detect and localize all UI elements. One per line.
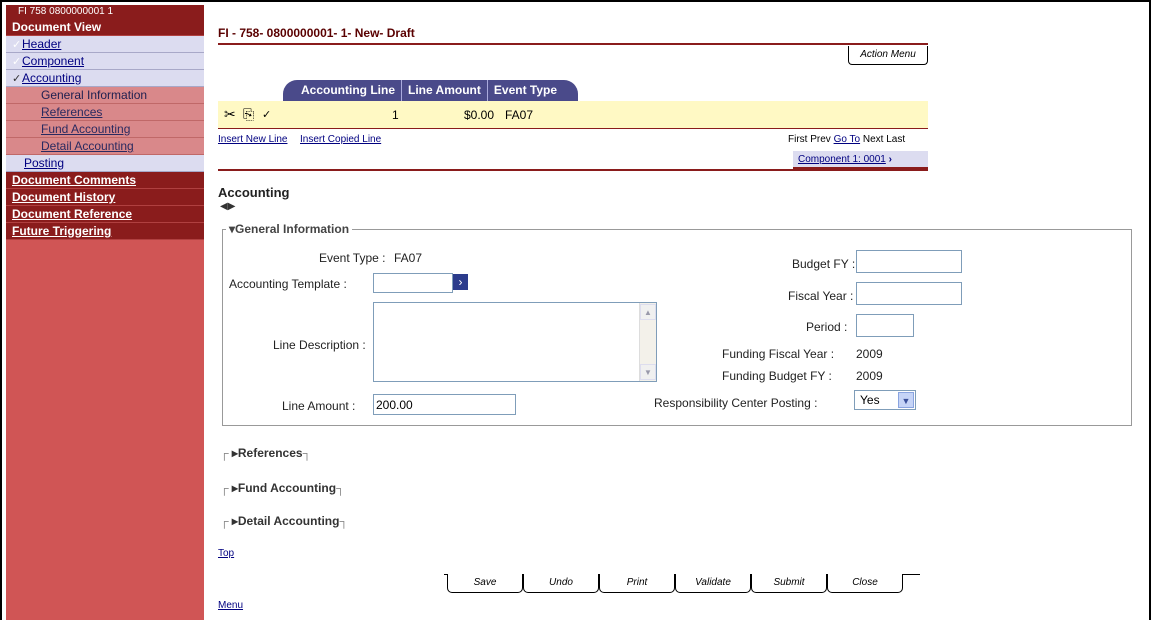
chevron-right-icon[interactable]: ›: [889, 154, 892, 165]
cell-event-type: FA07: [505, 108, 534, 122]
sidebar-subitem-general-information[interactable]: General Information: [6, 87, 204, 104]
general-information-legend[interactable]: ▾General Information: [226, 222, 353, 236]
main-content: FI - 758- 0800000001- 1- New- Draft Acti…: [218, 0, 1148, 620]
check-icon: ✓: [262, 109, 272, 121]
page-title: FI - 758- 0800000001- 1- New- Draft: [218, 26, 415, 40]
section-label: Detail Accounting: [237, 514, 340, 528]
nav-first: First: [788, 134, 808, 145]
fund-accounting-section-toggle[interactable]: ┌ ▸Fund Accounting┐: [220, 481, 345, 495]
funding-budget-fy-label: Funding Budget FY :: [722, 369, 832, 383]
event-type-value: FA07: [394, 251, 423, 265]
select-value: Yes: [860, 393, 880, 407]
check-icon: ✓: [12, 56, 22, 68]
funding-budget-fy-value: 2009: [856, 369, 883, 383]
print-button[interactable]: Print: [599, 574, 675, 593]
validate-button[interactable]: Validate: [675, 574, 751, 593]
button-bar: Save Undo Print Validate Submit Close: [447, 574, 903, 593]
check-icon: ✓: [12, 73, 22, 85]
cut-icon[interactable]: ✂: [224, 106, 236, 123]
submit-button[interactable]: Submit: [751, 574, 827, 593]
document-view-heading: Document View: [6, 19, 204, 36]
nav-last: Last: [886, 134, 906, 145]
sidebar-item-posting[interactable]: Posting: [6, 155, 204, 172]
detail-accounting-section-toggle[interactable]: ┌ ▸Detail Accounting┐: [220, 514, 348, 528]
line-description-textarea[interactable]: [373, 302, 657, 382]
undo-button[interactable]: Undo: [523, 574, 599, 593]
column-header-line-amount[interactable]: Line Amount: [402, 80, 488, 101]
sidebar-item-label[interactable]: Component: [22, 54, 84, 68]
action-menu-button[interactable]: Action Menu: [848, 46, 928, 65]
chevron-right-icon[interactable]: ›: [453, 274, 468, 290]
sidebar-item-header[interactable]: ✓Header: [6, 36, 204, 53]
budget-fy-input[interactable]: [856, 250, 962, 273]
scroll-down-icon[interactable]: ▼: [640, 364, 656, 380]
column-header-event-type[interactable]: Event Type: [488, 80, 563, 101]
period-label: Period :: [806, 320, 848, 334]
sidebar-item-label[interactable]: Accounting: [22, 71, 81, 85]
table-row[interactable]: ✂ ⎘ ✓ 1 $0.00 FA07: [218, 101, 928, 129]
legend-label: General Information: [235, 222, 350, 236]
check-icon: ✓: [12, 39, 22, 51]
cell-accounting-line: 1: [392, 108, 399, 122]
sidebar-subitem-label[interactable]: Detail Accounting: [41, 139, 134, 153]
funding-fiscal-year-label: Funding Fiscal Year :: [722, 347, 835, 361]
sidebar-item-label[interactable]: Header: [22, 37, 61, 51]
nav-goto-link[interactable]: Go To: [834, 134, 861, 145]
references-section-toggle[interactable]: ┌ ▸References┐: [220, 446, 311, 460]
column-header-accounting-line[interactable]: Accounting Line: [295, 80, 402, 101]
period-input[interactable]: [856, 314, 914, 337]
accounting-template-input[interactable]: [373, 273, 453, 293]
sidebar: FI 758 0800000001 1 Document View ✓Heade…: [6, 5, 204, 620]
section-title: Accounting: [218, 185, 290, 200]
section-label: References: [237, 446, 303, 460]
line-amount-label: Line Amount :: [282, 399, 356, 413]
close-button[interactable]: Close: [827, 574, 903, 593]
funding-fiscal-year-value: 2009: [856, 347, 883, 361]
pagination: First Prev Go To Next Last: [788, 134, 905, 145]
sidebar-subitem-label[interactable]: Fund Accounting: [41, 122, 130, 136]
nav-prev: Prev: [810, 134, 831, 145]
sidebar-subitem-fund-accounting[interactable]: Fund Accounting: [6, 121, 204, 138]
top-link[interactable]: Top: [218, 548, 234, 559]
budget-fy-label: Budget FY :: [792, 257, 856, 271]
fiscal-year-input[interactable]: [856, 282, 962, 305]
line-amount-input[interactable]: [373, 394, 516, 415]
sidebar-section-future-triggering[interactable]: Future Triggering: [6, 223, 204, 240]
sidebar-subitem-label[interactable]: References: [41, 105, 102, 119]
component-link[interactable]: Component 1: 0001: [798, 154, 886, 165]
sidebar-section-document-comments[interactable]: Document Comments: [6, 172, 204, 189]
copy-icon[interactable]: ⎘: [243, 106, 254, 123]
sidebar-subitem-references[interactable]: References: [6, 104, 204, 121]
responsibility-center-select[interactable]: Yes ▼: [854, 390, 916, 410]
sidebar-item-component[interactable]: ✓Component: [6, 53, 204, 70]
line-description-label: Line Description :: [273, 338, 366, 352]
accounting-template-label: Accounting Template :: [229, 277, 347, 291]
cell-line-amount: $0.00: [464, 108, 495, 122]
fiscal-year-label: Fiscal Year :: [788, 289, 854, 303]
section-nav-arrows-icon[interactable]: ◀▶: [220, 201, 235, 212]
section-label: Fund Accounting: [237, 481, 337, 495]
sidebar-section-document-reference[interactable]: Document Reference: [6, 206, 204, 223]
responsibility-center-label: Responsibility Center Posting :: [654, 396, 818, 410]
chevron-down-icon[interactable]: ▼: [898, 392, 914, 408]
insert-new-line-link[interactable]: Insert New Line: [218, 134, 287, 145]
sidebar-item-label[interactable]: Posting: [24, 156, 64, 170]
menu-link[interactable]: Menu: [218, 600, 243, 611]
grid-divider: [218, 169, 928, 171]
document-id: FI 758 0800000001 1: [6, 5, 204, 19]
insert-copied-line-link[interactable]: Insert Copied Line: [300, 134, 381, 145]
scroll-up-icon[interactable]: ▲: [640, 304, 656, 320]
sidebar-section-document-history[interactable]: Document History: [6, 189, 204, 206]
component-navigator: Component 1: 0001 ›: [793, 151, 928, 169]
sidebar-subitem-detail-accounting[interactable]: Detail Accounting: [6, 138, 204, 155]
event-type-label: Event Type :: [319, 251, 386, 265]
title-divider: [218, 43, 928, 45]
grid-header: Accounting Line Line Amount Event Type: [283, 80, 579, 101]
nav-next: Next: [862, 134, 884, 145]
save-button[interactable]: Save: [447, 574, 523, 593]
sidebar-item-accounting[interactable]: ✓Accounting: [6, 70, 204, 87]
